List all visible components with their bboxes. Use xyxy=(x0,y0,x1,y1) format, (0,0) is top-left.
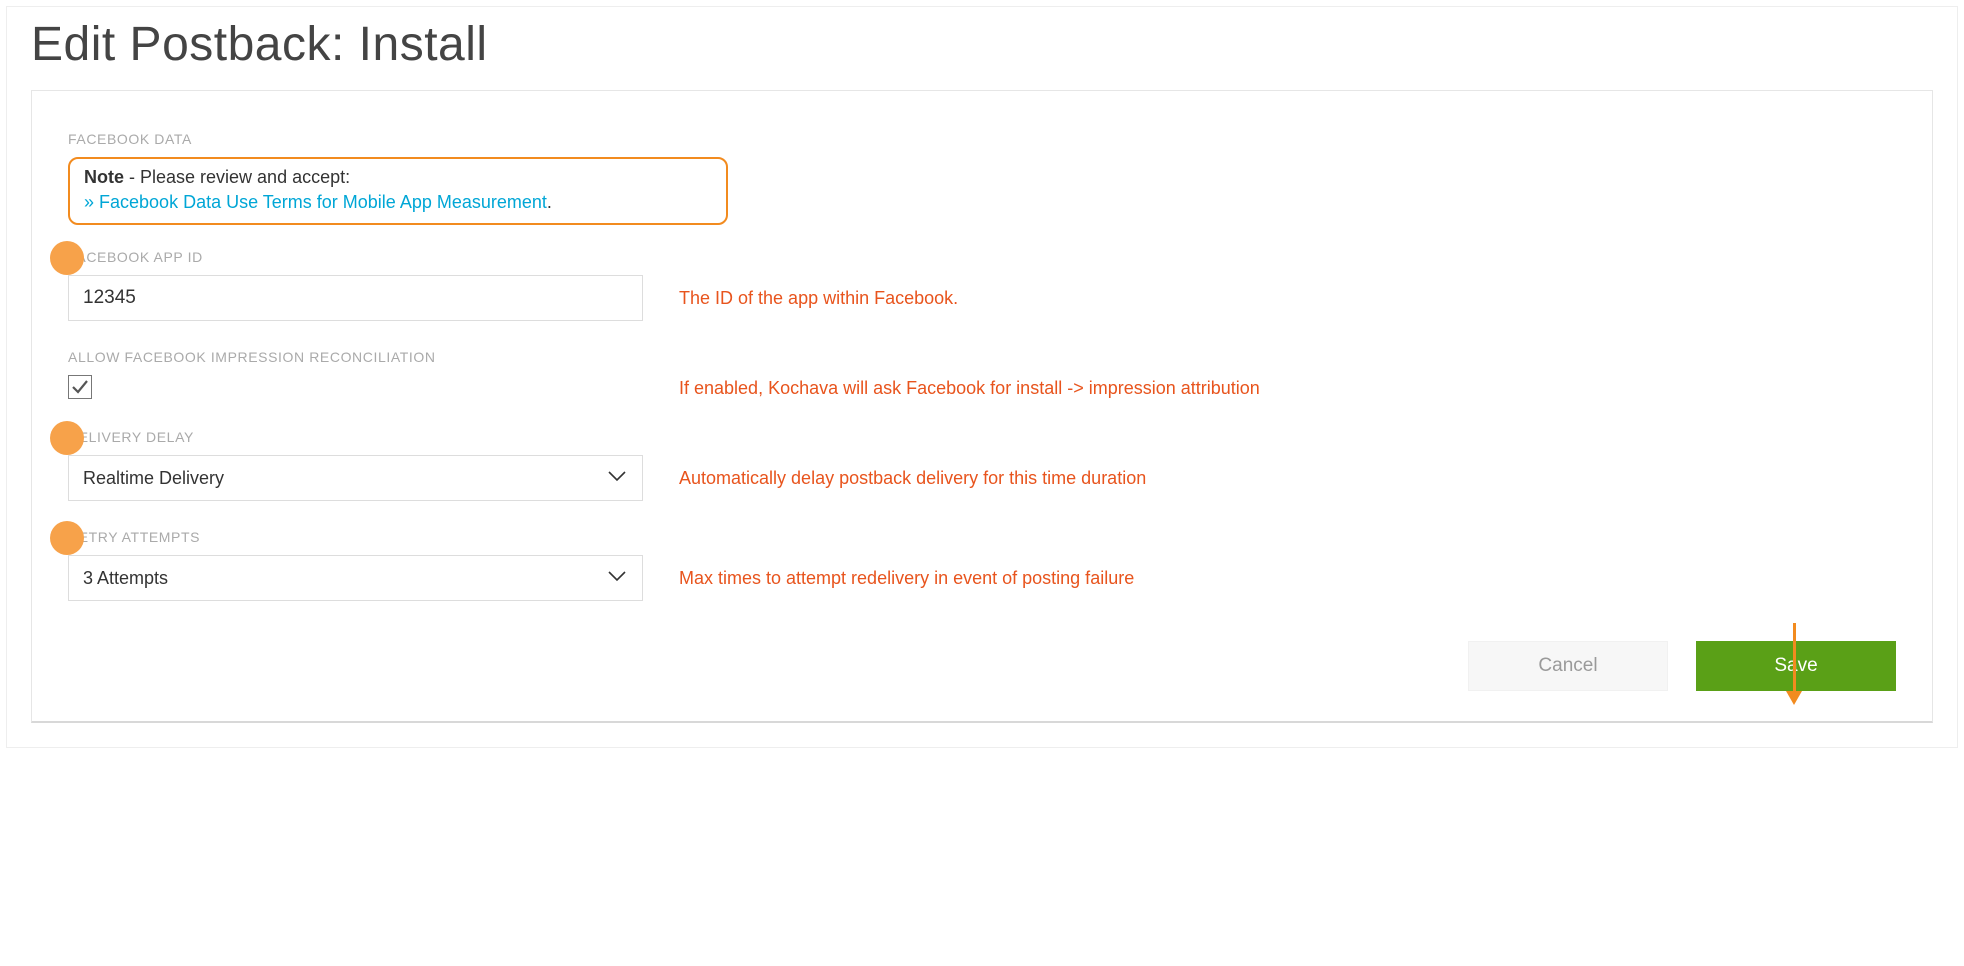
note-period: . xyxy=(547,192,552,212)
note-line-1: Note - Please review and accept: xyxy=(84,167,712,188)
facebook-terms-link[interactable]: Facebook Data Use Terms for Mobile App M… xyxy=(99,192,547,212)
facebook-app-id-input[interactable] xyxy=(68,275,643,321)
page-title: Edit Postback: Install xyxy=(31,17,1933,72)
note-callout: Note - Please review and accept: » Faceb… xyxy=(68,157,728,225)
app-id-helper: The ID of the app within Facebook. xyxy=(679,288,958,309)
impression-label: ALLOW FACEBOOK IMPRESSION RECONCILIATION xyxy=(68,349,1896,365)
note-bold: Note xyxy=(84,167,124,187)
note-line-2: » Facebook Data Use Terms for Mobile App… xyxy=(84,192,712,213)
delivery-delay-select[interactable]: Realtime Delivery xyxy=(68,455,643,501)
retry-label: RETRY ATTEMPTS xyxy=(68,529,1896,545)
app-id-label: FACEBOOK APP ID xyxy=(68,249,1896,265)
facebook-data-label: FACEBOOK DATA xyxy=(68,131,1896,147)
highlight-dot-icon xyxy=(50,421,84,455)
impression-helper: If enabled, Kochava will ask Facebook fo… xyxy=(679,378,1260,399)
highlight-dot-icon xyxy=(50,241,84,275)
delivery-delay-label: DELIVERY DELAY xyxy=(68,429,1896,445)
note-rest: - Please review and accept: xyxy=(124,167,350,187)
impression-checkbox[interactable] xyxy=(68,375,92,399)
arrow-down-icon xyxy=(1786,623,1802,705)
retry-helper: Max times to attempt redelivery in event… xyxy=(679,568,1134,589)
highlight-dot-icon xyxy=(50,521,84,555)
delivery-delay-helper: Automatically delay postback delivery fo… xyxy=(679,468,1146,489)
cancel-button[interactable]: Cancel xyxy=(1468,641,1668,691)
retry-attempts-select[interactable]: 3 Attempts xyxy=(68,555,643,601)
form-panel: FACEBOOK DATA Note - Please review and a… xyxy=(31,90,1933,723)
check-icon xyxy=(71,378,89,396)
raquo-icon: » xyxy=(84,192,99,212)
